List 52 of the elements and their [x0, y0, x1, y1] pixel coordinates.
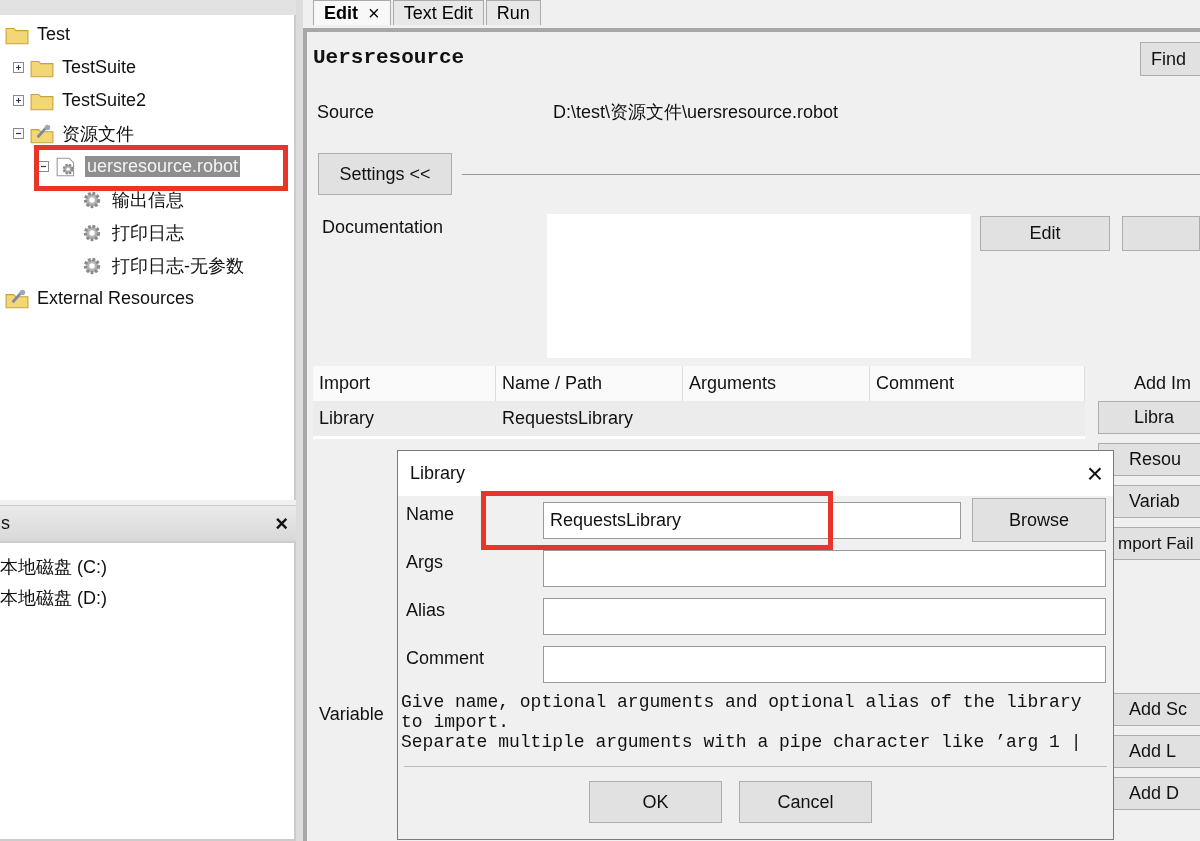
drive-item[interactable]: 本地磁盘 (C:)	[0, 554, 107, 579]
input-field[interactable]	[543, 597, 1106, 635]
dialog-button[interactable]: Cancel	[739, 781, 872, 823]
folder-wrench-icon	[30, 123, 54, 144]
add-import-button[interactable]: Libra	[1098, 401, 1200, 434]
tree-item[interactable]: 打印日志-无参数	[110, 253, 246, 278]
source-path: D:\test\资源文件\uersresource.robot	[553, 101, 839, 124]
panel-title: s	[1, 513, 10, 534]
expand-icon[interactable]	[12, 95, 24, 106]
column-header: Import	[313, 366, 496, 401]
settings-button[interactable]: Settings <<	[318, 153, 452, 195]
tree-item[interactable]: 资源文件	[60, 121, 136, 146]
tab[interactable]: Run	[485, 0, 541, 25]
column-header: Arguments	[683, 366, 870, 401]
edit-button[interactable]: Edit	[980, 216, 1111, 251]
browse-button[interactable]: Browse	[972, 498, 1106, 542]
column-header: Name / Path	[496, 366, 683, 401]
column-header: Comment	[870, 366, 1085, 401]
clear-button[interactable]	[1122, 216, 1200, 251]
field-label: Args	[406, 551, 444, 573]
field-label: Name	[406, 503, 455, 525]
field-label: Source	[316, 101, 376, 123]
folder-wrench-icon	[5, 288, 29, 309]
table-cell: Library	[313, 401, 496, 439]
collapse-icon[interactable]	[12, 128, 24, 139]
input-field[interactable]: RequestsLibrary	[543, 501, 961, 539]
tree-item[interactable]: Test	[35, 24, 72, 45]
field-label: Alias	[406, 599, 446, 621]
collapse-icon[interactable]	[37, 161, 49, 172]
dialog-button[interactable]: OK	[589, 781, 722, 823]
help-text: Give name, optional arguments and optional alias of the library to import. Separate multiple arguments with a pipe character like ’arg 1 |	[400, 691, 1083, 752]
expand-icon[interactable]	[12, 62, 24, 73]
tree-item[interactable]: External Resources	[35, 288, 197, 309]
section-label: Add Im	[1133, 372, 1193, 395]
tree-item[interactable]: TestSuite	[60, 57, 139, 78]
close-button[interactable]: ×	[275, 510, 288, 537]
input-field[interactable]	[543, 549, 1106, 587]
field-label: Documentation	[321, 217, 445, 239]
dialog-title: Library	[410, 463, 466, 484]
tree-item[interactable]: TestSuite2	[60, 90, 149, 111]
close-icon[interactable]: ×	[368, 1, 380, 25]
tab[interactable]: Text Edit	[392, 0, 484, 25]
drive-item[interactable]: 本地磁盘 (D:)	[0, 585, 107, 610]
tree-item[interactable]: 打印日志	[110, 220, 186, 245]
table-cell: RequestsLibrary	[496, 401, 683, 439]
find-button[interactable]: Find	[1140, 42, 1200, 76]
section-label: Variable	[319, 704, 384, 725]
input-field[interactable]	[543, 645, 1106, 683]
field-label: Comment	[406, 647, 486, 669]
tree-item[interactable]: 输出信息	[110, 187, 186, 212]
tab[interactable]: Edit ×	[313, 0, 391, 25]
resource-title: Uersresource	[313, 46, 465, 69]
